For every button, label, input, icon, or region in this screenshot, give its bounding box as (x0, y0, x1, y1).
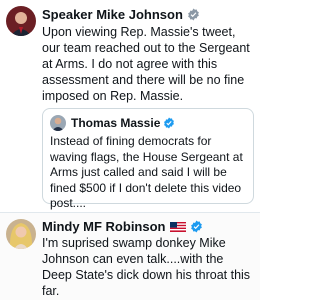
avatar-mindy-robinson[interactable] (6, 219, 36, 249)
author-name-row[interactable]: Mindy MF Robinson (42, 219, 203, 234)
us-flag-icon (170, 221, 187, 232)
author-name[interactable]: Speaker Mike Johnson (42, 7, 183, 22)
author-name-row[interactable]: Speaker Mike Johnson (42, 7, 200, 22)
quoted-tweet-text: Instead of fining democrats for waving f… (50, 134, 243, 210)
verified-badge-icon (191, 220, 203, 233)
verified-badge-icon (188, 8, 199, 21)
avatar-mike-johnson[interactable] (6, 6, 36, 36)
tweet-main: Speaker Mike Johnson Upon viewing Rep. M… (0, 0, 260, 212)
tweet-text: I'm suprised swamp donkey Mike Johnson c… (42, 236, 251, 298)
quoted-author-name: Thomas Massie (71, 116, 161, 130)
author-name[interactable]: Mindy MF Robinson (42, 219, 165, 234)
quoted-author-row: Thomas Massie (71, 116, 175, 130)
quoted-tweet[interactable]: Thomas Massie Instead of fining democrat… (42, 108, 254, 210)
verified-badge-icon (164, 117, 175, 129)
tweet-reply: Mindy MF Robinson I'm suprised swamp don… (0, 212, 260, 300)
avatar-thomas-massie (50, 115, 66, 131)
tweet-text: Upon viewing Rep. Massie's tweet, our te… (42, 25, 250, 103)
